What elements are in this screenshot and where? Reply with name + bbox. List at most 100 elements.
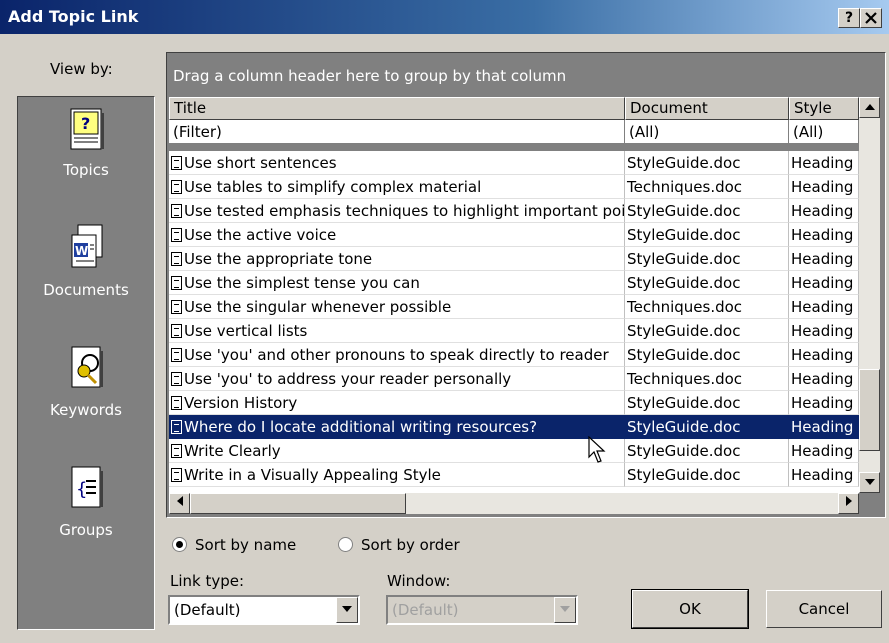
cell-title: Use vertical lists <box>169 319 625 343</box>
topic-document-icon <box>171 300 182 314</box>
window-label: Window: <box>387 572 451 590</box>
sort-by-name-label: Sort by name <box>195 536 297 554</box>
horizontal-scrollbar[interactable] <box>169 493 859 514</box>
table-row[interactable]: Use the active voice StyleGuide.doc Headin… <box>169 223 859 247</box>
sort-by-order-radio[interactable]: Sort by order <box>338 536 460 554</box>
cell-style: Heading <box>789 151 859 175</box>
topic-document-icon <box>171 156 182 170</box>
title-text: Use 'you' and other pronouns to speak di… <box>184 346 609 364</box>
column-header-title[interactable]: Title <box>169 97 625 120</box>
filter-style[interactable]: (All) <box>789 120 859 144</box>
table-row[interactable]: Use tables to simplify complex material T… <box>169 175 859 199</box>
topic-document-icon <box>171 468 182 482</box>
cell-document: Techniques.doc <box>625 367 789 391</box>
link-type-label: Link type: <box>170 572 245 590</box>
close-button[interactable] <box>860 8 882 28</box>
hscroll-thumb[interactable] <box>190 493 406 514</box>
scroll-left-button[interactable] <box>169 493 190 514</box>
cell-style: Heading <box>789 223 859 247</box>
chevron-down-icon <box>342 606 352 612</box>
topic-document-icon <box>171 372 182 386</box>
cell-style: Heading <box>789 367 859 391</box>
filter-document[interactable]: (All) <box>625 120 789 144</box>
title-text: Use the active voice <box>184 226 337 244</box>
column-header-document[interactable]: Document <box>625 97 789 120</box>
cell-document: StyleGuide.doc <box>625 199 789 223</box>
style-text: Heading <box>791 346 854 364</box>
title-text: Use the simplest tense you can <box>184 274 420 292</box>
view-by-label: View by: <box>50 60 113 78</box>
cell-title: Version History <box>169 391 625 415</box>
topic-document-icon <box>171 444 182 458</box>
topic-document-icon <box>171 228 182 242</box>
document-text: Techniques.doc <box>627 370 743 388</box>
cell-title: Use 'you' to address your reader persona… <box>169 367 625 391</box>
scroll-thumb[interactable] <box>859 369 880 451</box>
table-row[interactable]: Version History StyleGuide.doc Heading <box>169 391 859 415</box>
style-text: Heading <box>791 370 854 388</box>
cell-document: StyleGuide.doc <box>625 319 789 343</box>
cell-document: StyleGuide.doc <box>625 439 789 463</box>
table-row[interactable]: Where do I locate additional writing res… <box>169 415 859 439</box>
cell-title: Use tested emphasis techniques to highli… <box>169 199 625 223</box>
table-row[interactable]: Use vertical lists StyleGuide.doc Heading <box>169 319 859 343</box>
title-text: Use the singular whenever possible <box>184 298 452 316</box>
cell-style: Heading <box>789 199 859 223</box>
title-text: Use tables to simplify complex material <box>184 178 482 196</box>
scroll-up-button[interactable] <box>859 97 880 118</box>
document-text: StyleGuide.doc <box>627 466 741 484</box>
link-type-dropdown-button[interactable] <box>336 597 358 623</box>
scroll-right-button[interactable] <box>838 493 859 514</box>
column-header-style[interactable]: Style <box>789 97 859 120</box>
grid-rows: Use short sentences StyleGuide.doc Heading… <box>169 151 859 493</box>
topic-document-icon <box>171 276 182 290</box>
cell-style: Heading <box>789 343 859 367</box>
chevron-down-icon <box>560 606 570 612</box>
cell-style: Heading <box>789 463 859 487</box>
cell-title: Use tables to simplify complex material <box>169 175 625 199</box>
vertical-scrollbar[interactable] <box>859 97 880 493</box>
cell-style: Heading <box>789 391 859 415</box>
table-row[interactable]: Use the singular whenever possible Techni… <box>169 295 859 319</box>
ok-button[interactable]: OK <box>631 589 749 629</box>
style-text: Heading <box>791 202 854 220</box>
scroll-down-button[interactable] <box>859 472 880 493</box>
style-text: Heading <box>791 442 854 460</box>
table-row[interactable]: Use tested emphasis techniques to highli… <box>169 199 859 223</box>
table-row[interactable]: Use the simplest tense you can StyleGuide… <box>169 271 859 295</box>
cell-title: Write Clearly <box>169 439 625 463</box>
table-row[interactable]: Use short sentences StyleGuide.doc Heading <box>169 151 859 175</box>
title-bar[interactable]: Add Topic Link ? <box>0 0 889 34</box>
title-text: Use short sentences <box>184 154 337 172</box>
table-row[interactable]: Write Clearly StyleGuide.doc Heading <box>169 439 859 463</box>
cell-document: Techniques.doc <box>625 175 789 199</box>
style-text: Heading <box>791 250 854 268</box>
table-row[interactable]: Use the appropriate tone StyleGuide.doc He… <box>169 247 859 271</box>
document-text: StyleGuide.doc <box>627 322 741 340</box>
style-text: Heading <box>791 154 854 172</box>
keywords-icon <box>71 346 103 388</box>
help-button[interactable]: ? <box>838 8 860 28</box>
topics-grid: Drag a column header here to group by th… <box>166 52 886 518</box>
table-row[interactable]: Use 'you' and other pronouns to speak di… <box>169 343 859 367</box>
filter-title[interactable]: (Filter) <box>169 120 625 144</box>
cell-title: Use the active voice <box>169 223 625 247</box>
document-text: Techniques.doc <box>627 178 743 196</box>
view-documents-label: Documents <box>43 281 129 299</box>
topic-document-icon <box>171 396 182 410</box>
table-row[interactable]: Write in a Visually Appealing Style Style… <box>169 463 859 487</box>
cancel-button[interactable]: Cancel <box>766 590 882 628</box>
title-text: Use tested emphasis techniques to highli… <box>184 202 625 220</box>
svg-text:?: ? <box>81 114 90 133</box>
cell-title: Use the singular whenever possible <box>169 295 625 319</box>
sort-by-name-radio[interactable]: Sort by name <box>172 536 296 554</box>
group-by-hint: Drag a column header here to group by th… <box>173 67 567 85</box>
document-text: StyleGuide.doc <box>627 418 741 436</box>
cell-document: StyleGuide.doc <box>625 247 789 271</box>
window-select: (Default) <box>386 595 578 625</box>
document-text: StyleGuide.doc <box>627 442 741 460</box>
style-text: Heading <box>791 394 854 412</box>
table-row[interactable]: Use 'you' to address your reader persona… <box>169 367 859 391</box>
title-text: Version History <box>184 394 298 412</box>
link-type-select[interactable]: (Default) <box>168 595 360 625</box>
